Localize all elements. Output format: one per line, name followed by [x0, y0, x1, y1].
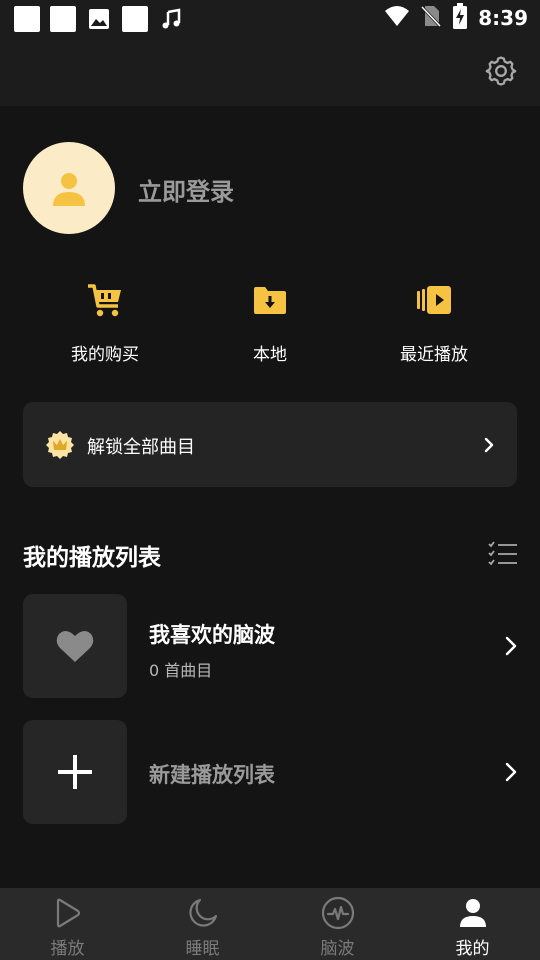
battery-charging-icon: [452, 3, 468, 33]
unlock-all-tracks-banner[interactable]: 解锁全部曲目: [23, 402, 517, 487]
gear-icon: [485, 56, 517, 86]
nav-label: 睡眠: [185, 939, 220, 959]
create-playlist-label: 新建播放列表: [149, 763, 275, 787]
nav-tab-brainwave[interactable]: 脑波: [270, 888, 405, 960]
shortcut-label: 最近播放: [400, 345, 468, 365]
cart-icon: [85, 280, 125, 320]
section-title-my-playlists: 我的播放列表: [23, 545, 161, 571]
download-folder-icon: [250, 280, 290, 320]
playlist-name: 我喜欢的脑波: [149, 623, 275, 647]
notification-icon: [122, 6, 148, 32]
playlist-track-count: 0 首曲目: [149, 661, 213, 680]
plus-icon: [58, 755, 92, 789]
nav-tab-play[interactable]: 播放: [0, 888, 135, 960]
chevron-right-icon: [504, 761, 518, 783]
status-bar: 8:39: [0, 0, 540, 36]
recent-play-icon: [414, 280, 454, 320]
notification-icons: [14, 6, 184, 32]
shortcut-my-purchases[interactable]: 我的购买: [35, 278, 175, 368]
notification-icon: [14, 6, 40, 32]
nav-label: 脑波: [320, 939, 355, 959]
nav-label: 播放: [50, 939, 85, 959]
top-bar: [0, 36, 540, 106]
image-icon: [86, 6, 112, 32]
login-link[interactable]: 立即登录: [138, 172, 234, 207]
playlist-thumbnail: [23, 594, 127, 698]
status-time: 8:39: [478, 6, 528, 30]
settings-button[interactable]: [484, 54, 518, 88]
crown-badge-icon: [45, 430, 75, 460]
chevron-right-icon: [483, 436, 495, 454]
wifi-icon: [384, 5, 410, 31]
person-icon: [456, 896, 490, 930]
manage-playlists-button[interactable]: [488, 540, 518, 568]
avatar[interactable]: [23, 142, 115, 234]
play-icon: [51, 896, 85, 930]
create-playlist-thumbnail: [23, 720, 127, 824]
brainwave-icon: [321, 896, 355, 930]
shortcut-recently-played[interactable]: 最近播放: [364, 278, 504, 368]
bottom-navigation: 播放 睡眠 脑波 我的: [0, 888, 540, 960]
chevron-right-icon: [504, 635, 518, 657]
person-icon: [53, 173, 85, 206]
nav-tab-mine[interactable]: 我的: [405, 888, 540, 960]
shortcut-local[interactable]: 本地: [200, 278, 340, 368]
no-sim-icon: [420, 4, 442, 32]
unlock-label: 解锁全部曲目: [87, 437, 195, 458]
nav-tab-sleep[interactable]: 睡眠: [135, 888, 270, 960]
music-note-icon: [158, 6, 184, 32]
shortcut-label: 我的购买: [71, 345, 139, 365]
moon-icon: [186, 896, 220, 930]
checklist-icon: [488, 541, 517, 566]
shortcut-label: 本地: [253, 345, 287, 365]
heart-icon: [56, 630, 94, 662]
nav-label: 我的: [455, 939, 490, 959]
notification-icon: [50, 6, 76, 32]
